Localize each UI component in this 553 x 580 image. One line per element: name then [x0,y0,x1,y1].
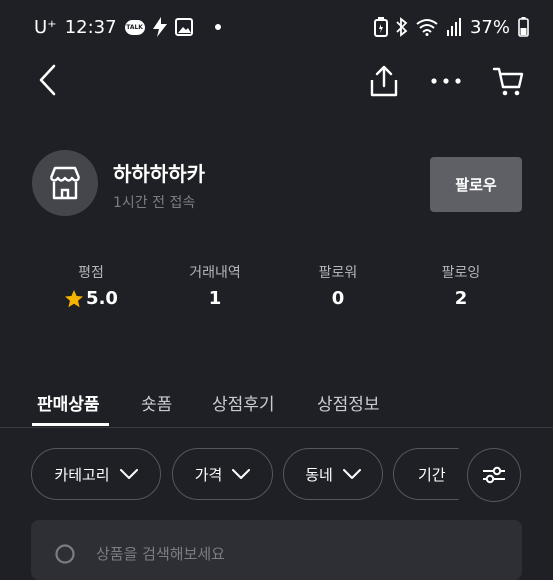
filter-label: 가격 [194,465,223,484]
signal-icon [446,18,461,36]
more-dots-icon [431,78,461,84]
filter-category[interactable]: 카테고리 [31,448,161,500]
time-label: 12:37 [64,16,117,38]
stat-label: 팔로워 [318,265,358,281]
battery-saver-icon [373,17,388,37]
stat-label: 거래내역 [189,265,241,281]
stat-value: 1 [208,288,222,309]
filter-period[interactable]: 기간 [393,448,459,500]
status-bar-right: 37% [373,14,529,40]
stat-followers[interactable]: 팔로워 0 [278,262,398,309]
battery-percent: 37% [469,16,510,38]
notification-dot-icon [214,24,221,30]
more-button[interactable] [427,66,465,96]
bluetooth-icon [396,17,408,37]
talk-notification-icon: TALK [124,19,145,35]
cart-button[interactable] [489,62,527,100]
filter-label: 카테고리 [54,465,110,484]
filter-label: 동네 [305,465,333,484]
back-arrow-icon [39,64,56,96]
tab-active-indicator [32,423,109,426]
tab-shortform[interactable]: 숏폼 [141,390,172,415]
follow-button[interactable]: 팔로우 [430,157,522,212]
filter-neighborhood[interactable]: 동네 [283,448,383,500]
stat-value: 2 [454,288,468,309]
filter-label: 기간 [418,465,446,484]
tab-reviews[interactable]: 상점후기 [212,390,275,415]
share-button[interactable] [364,62,404,100]
tab-store-info[interactable]: 상점정보 [317,390,380,415]
search-icon [55,544,75,564]
battery-icon [518,17,529,37]
stat-label: 팔로잉 [441,265,481,281]
filter-settings-button[interactable] [467,448,521,502]
store-icon [49,166,81,200]
tab-products[interactable]: 판매상품 [37,390,100,415]
stat-transactions[interactable]: 거래내역 1 [155,262,275,309]
lightning-icon [152,17,167,37]
chevron-down-icon [342,469,361,479]
sliders-icon [483,466,505,484]
stat-label: 평점 [78,265,104,281]
cart-icon [492,67,524,96]
status-bar-left: U⁺ 12:37 TALK [34,14,221,40]
store-name: 하하하하카 [113,162,205,186]
tab-divider [0,427,553,428]
stat-rating: 평점 5.0 [31,262,151,309]
last-access-text: 1시간 전 접속 [113,195,196,211]
star-icon [65,289,84,307]
back-button[interactable] [30,62,66,98]
chevron-down-icon [232,469,251,479]
stat-following[interactable]: 팔로잉 2 [401,262,521,309]
search-placeholder: 상품을 검색해보세요 [96,545,225,563]
stat-value: 5.0 [86,288,118,309]
gallery-icon [174,18,193,36]
carrier-label: U⁺ [34,16,57,38]
share-icon [370,65,398,97]
stat-value: 0 [331,288,345,309]
chevron-down-icon [119,469,138,479]
filter-price[interactable]: 가격 [172,448,273,500]
wifi-icon [416,19,438,36]
store-avatar[interactable] [32,150,98,216]
